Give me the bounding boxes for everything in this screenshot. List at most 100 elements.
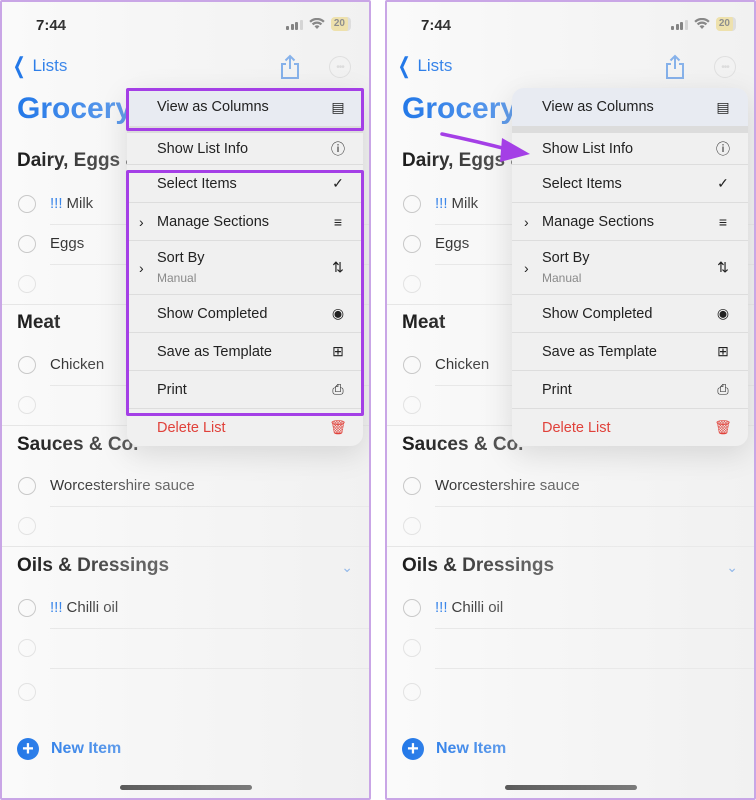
menu-item-show-completed[interactable]: Show Completed ◉ xyxy=(127,294,363,332)
new-item-button[interactable]: + New Item xyxy=(17,738,121,760)
chevron-right-icon: › xyxy=(524,259,529,276)
page-title: Grocery xyxy=(17,92,133,125)
item-label: Chilli oil xyxy=(451,599,504,616)
menu-item-view-as-columns[interactable]: View as Columns ▤ xyxy=(127,88,363,126)
menu-item-manage-sections[interactable]: › Manage Sections ≡ xyxy=(127,202,363,240)
divider xyxy=(435,628,754,629)
menu-item-label: Show List Info xyxy=(157,140,249,157)
menu-item-label: Select Items xyxy=(542,175,622,192)
cellular-signal-icon xyxy=(286,19,303,30)
template-icon: ⊞ xyxy=(332,343,344,359)
list-item[interactable]: !!! Chilli oil xyxy=(387,590,754,630)
checkbox-circle[interactable] xyxy=(403,639,421,657)
item-text[interactable]: !!! Milk xyxy=(435,195,478,212)
item-text[interactable]: Eggs xyxy=(435,235,469,252)
item-text[interactable]: !!! Chilli oil xyxy=(50,599,118,616)
divider xyxy=(50,628,369,629)
item-text[interactable]: Chicken xyxy=(50,356,104,373)
share-icon[interactable] xyxy=(279,54,301,80)
item-label: Milk xyxy=(66,195,94,212)
menu-item-print[interactable]: Print ⎙ xyxy=(512,370,748,408)
list-item[interactable] xyxy=(2,674,369,714)
checkbox-circle[interactable] xyxy=(403,235,421,253)
new-item-button[interactable]: + New Item xyxy=(402,738,506,760)
item-label: Eggs xyxy=(435,235,470,252)
chevron-right-icon: › xyxy=(139,259,144,276)
home-indicator xyxy=(505,785,637,790)
list-item[interactable] xyxy=(387,508,754,548)
checkbox-circle[interactable] xyxy=(18,639,36,657)
chevron-right-icon: › xyxy=(139,213,144,230)
divider xyxy=(435,506,754,507)
home-indicator xyxy=(120,785,252,790)
menu-item-delete-list[interactable]: Delete List 🗑 xyxy=(512,408,748,446)
checkbox-circle[interactable] xyxy=(18,683,36,701)
checkmark-circle-icon: ✓ xyxy=(717,175,729,191)
menu-item-delete-list[interactable]: Delete List 🗑 xyxy=(127,408,363,446)
menu-item-select-items[interactable]: Select Items ✓ xyxy=(127,164,363,202)
share-icon[interactable] xyxy=(664,54,686,80)
menu-item-select-items[interactable]: Select Items ✓ xyxy=(512,164,748,202)
list-item[interactable]: Worcestershire sauce xyxy=(2,468,369,508)
menu-item-save-as-template[interactable]: Save as Template ⊞ xyxy=(127,332,363,370)
checkbox-circle[interactable] xyxy=(403,477,421,495)
menu-item-view-as-columns[interactable]: View as Columns ▤ xyxy=(512,88,748,126)
item-text[interactable]: Worcestershire sauce xyxy=(435,477,580,494)
list-item[interactable] xyxy=(387,674,754,714)
item-text[interactable]: Eggs xyxy=(50,235,84,252)
chevron-left-icon: ❮ xyxy=(12,53,26,78)
menu-item-sort-by[interactable]: › Sort By Manual ⇅ xyxy=(512,240,748,294)
menu-item-save-as-template[interactable]: Save as Template ⊞ xyxy=(512,332,748,370)
item-text[interactable]: !!! Chilli oil xyxy=(435,599,503,616)
battery-indicator: 20 xyxy=(715,17,736,31)
checkbox-circle[interactable] xyxy=(403,599,421,617)
priority-marker: !!! xyxy=(50,195,63,212)
more-options-button[interactable]: ••• xyxy=(714,56,736,78)
checkbox-circle[interactable] xyxy=(18,599,36,617)
menu-item-show-completed[interactable]: Show Completed ◉ xyxy=(512,294,748,332)
item-label: Chicken xyxy=(435,356,490,373)
checkbox-circle[interactable] xyxy=(18,195,36,213)
checkbox-circle[interactable] xyxy=(403,396,421,414)
item-label: Milk xyxy=(451,195,479,212)
menu-item-label: Delete List xyxy=(542,419,611,436)
back-label: Lists xyxy=(32,56,68,75)
more-options-button[interactable]: ••• xyxy=(329,56,351,78)
list-item[interactable] xyxy=(2,508,369,548)
checkbox-circle[interactable] xyxy=(403,683,421,701)
item-text[interactable]: Worcestershire sauce xyxy=(50,477,195,494)
divider xyxy=(50,668,369,669)
item-text[interactable]: Chicken xyxy=(435,356,489,373)
menu-item-manage-sections[interactable]: › Manage Sections ≡ xyxy=(512,202,748,240)
item-text[interactable]: !!! Milk xyxy=(50,195,93,212)
context-menu: View as Columns ▤ Show List Info ⓘ Selec… xyxy=(512,88,748,446)
checkbox-circle[interactable] xyxy=(18,356,36,374)
list-item[interactable] xyxy=(387,630,754,670)
chevron-down-icon[interactable]: ⌄ xyxy=(726,559,738,576)
checkbox-circle[interactable] xyxy=(18,396,36,414)
back-button[interactable]: ❮ Lists xyxy=(395,55,453,77)
checkbox-circle[interactable] xyxy=(18,477,36,495)
list-item[interactable]: Worcestershire sauce xyxy=(387,468,754,508)
checkbox-circle[interactable] xyxy=(18,517,36,535)
menu-item-print[interactable]: Print ⎙ xyxy=(127,370,363,408)
checkbox-circle[interactable] xyxy=(403,195,421,213)
menu-item-show-list-info[interactable]: Show List Info ⓘ xyxy=(512,126,748,164)
list-item[interactable] xyxy=(2,630,369,670)
back-button[interactable]: ❮ Lists xyxy=(10,53,68,78)
checkbox-circle[interactable] xyxy=(403,356,421,374)
list-item[interactable]: !!! Chilli oil xyxy=(2,590,369,630)
checkbox-circle[interactable] xyxy=(403,517,421,535)
checkbox-circle[interactable] xyxy=(18,235,36,253)
priority-marker: !!! xyxy=(435,599,448,616)
annotation-arrow-icon xyxy=(440,132,530,162)
info-icon: ⓘ xyxy=(331,140,345,157)
menu-item-sort-by[interactable]: › Sort By Manual ⇅ xyxy=(127,240,363,294)
status-time: 7:44 xyxy=(421,17,452,34)
menu-item-show-list-info[interactable]: Show List Info ⓘ xyxy=(127,126,363,164)
sections-icon: ≡ xyxy=(718,213,728,230)
checkbox-circle[interactable] xyxy=(403,275,421,293)
checkbox-circle[interactable] xyxy=(18,275,36,293)
printer-icon: ⎙ xyxy=(717,381,729,397)
chevron-down-icon[interactable]: ⌄ xyxy=(341,559,353,576)
